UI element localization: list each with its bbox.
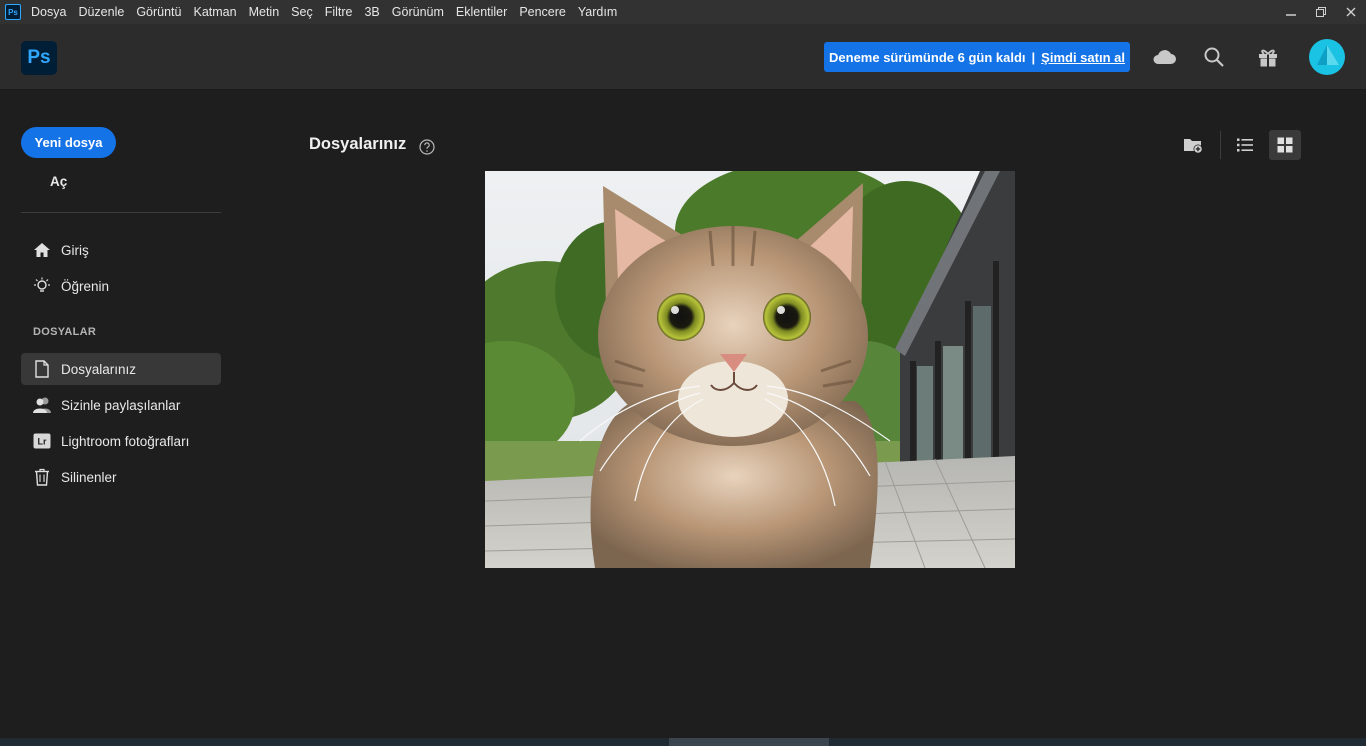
sidebar-item-learn[interactable]: Öğrenin [21,270,221,302]
sidebar: Yeni dosya Aç Giriş Öğrenin DOSYALAR Dos… [0,90,240,738]
sidebar-item-label: Lightroom fotoğrafları [61,433,190,449]
lightbulb-icon [31,275,53,297]
lightroom-icon: Lr [31,430,53,452]
menu-window[interactable]: Pencere [519,5,566,19]
sidebar-item-label: Giriş [61,242,89,258]
sidebar-item-shared[interactable]: Sizinle paylaşılanlar [21,389,221,421]
trash-icon [31,466,53,488]
new-file-button[interactable]: Yeni dosya [21,127,116,158]
menu-file[interactable]: Dosya [31,5,66,19]
menu-type[interactable]: Metin [249,5,280,19]
users-icon [31,394,53,416]
minimize-icon[interactable] [1276,0,1306,24]
sidebar-item-label: Dosyalarınız [61,361,137,377]
menu-help[interactable]: Yardım [578,5,617,19]
menu-select[interactable]: Seç [291,5,313,19]
lightroom-badge-text: Lr [38,437,47,447]
toolbar-divider [1220,131,1221,159]
app-icon: Ps [5,4,21,20]
menu-plugins[interactable]: Eklentiler [456,5,507,19]
menu-filter[interactable]: Filtre [325,5,353,19]
help-icon[interactable] [419,139,435,155]
home-icon [31,239,53,261]
sidebar-item-home[interactable]: Giriş [21,234,221,266]
buy-now-link[interactable]: Şimdi satın al [1041,50,1125,65]
menu-image[interactable]: Görüntü [136,5,181,19]
search-icon[interactable] [1201,44,1227,70]
menu-3d[interactable]: 3B [364,5,379,19]
files-section-label: DOSYALAR [33,326,97,338]
new-folder-icon[interactable] [1177,130,1209,160]
grid-view-icon[interactable] [1269,130,1301,160]
photoshop-logo[interactable]: Ps [21,41,57,75]
cloud-icon[interactable] [1151,44,1177,70]
cat-photo-thumbnail[interactable] [485,171,1015,568]
menu-edit[interactable]: Düzenle [78,5,124,19]
gift-icon[interactable] [1255,44,1281,70]
sidebar-item-label: Öğrenin [61,278,110,294]
sidebar-item-label: Sizinle paylaşılanlar [61,397,181,413]
close-icon[interactable] [1336,0,1366,24]
trial-banner: Deneme sürümünde 6 gün kaldı | Şimdi sat… [824,42,1130,72]
open-button[interactable]: Aç [50,174,67,189]
avatar[interactable] [1309,39,1345,75]
menu-bar: Ps Dosya Düzenle Görüntü Katman Metin Se… [0,0,1366,24]
restore-icon[interactable] [1306,0,1336,24]
sidebar-item-lightroom[interactable]: Lr Lightroom fotoğrafları [21,425,221,457]
sidebar-item-your-files[interactable]: Dosyalarınız [21,353,221,385]
menu-layer[interactable]: Katman [193,5,236,19]
list-view-icon[interactable] [1229,130,1261,160]
trial-separator: | [1031,49,1036,65]
taskbar-active-item[interactable] [669,738,829,746]
trial-text: Deneme sürümünde 6 gün kaldı [829,49,1026,65]
document-icon [31,358,53,380]
menu-view[interactable]: Görünüm [392,5,444,19]
sidebar-item-deleted[interactable]: Silinenler [21,461,221,493]
sidebar-item-label: Silinenler [61,469,117,485]
taskbar [0,738,1366,746]
page-title: Dosyalarınız [309,135,407,153]
app-header: Ps Deneme sürümünde 6 gün kaldı | Şimdi … [0,24,1366,90]
sidebar-divider [21,212,221,213]
